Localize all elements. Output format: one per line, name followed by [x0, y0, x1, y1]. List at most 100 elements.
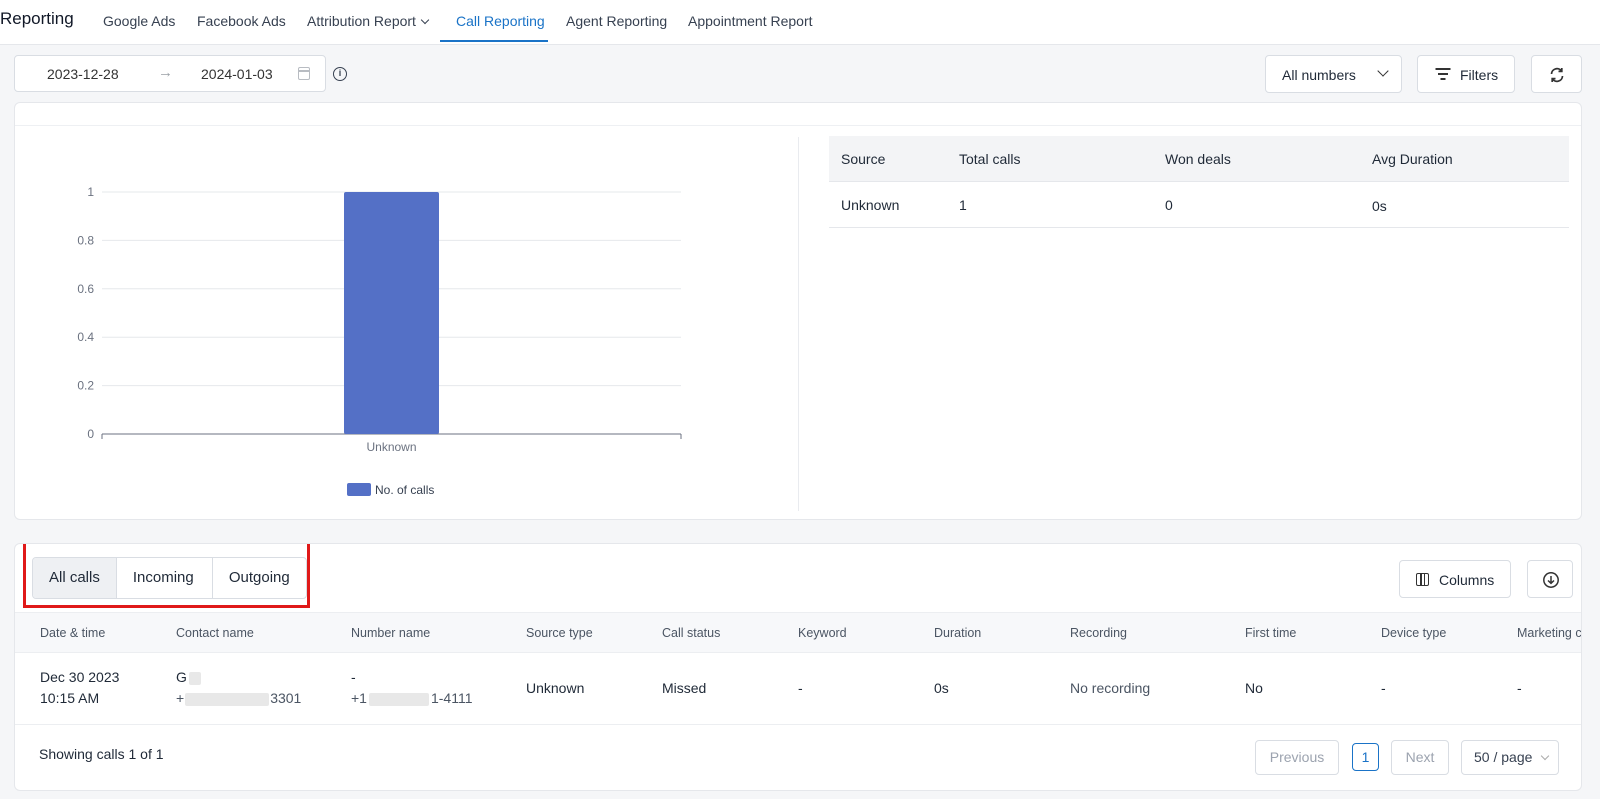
- y-tick-label: 0.6: [77, 282, 94, 296]
- columns-button[interactable]: Columns: [1399, 560, 1511, 598]
- cell-avg-duration: 0s: [1372, 198, 1387, 214]
- cell-device-type: -: [1381, 680, 1386, 696]
- header-recording: Recording: [1070, 626, 1127, 640]
- header-keyword: Keyword: [798, 626, 847, 640]
- cell-total-calls: 1: [959, 197, 967, 213]
- y-tick-label: 1: [87, 185, 94, 199]
- legend-label: No. of calls: [375, 483, 434, 497]
- tab-facebook-ads[interactable]: Facebook Ads: [197, 13, 286, 29]
- header-number-name: Number name: [351, 626, 431, 640]
- segment-outgoing[interactable]: Outgoing: [211, 558, 306, 598]
- date-start-input[interactable]: 2023-12-28: [47, 66, 119, 82]
- columns-label: Columns: [1439, 572, 1495, 588]
- page-size-select[interactable]: 50 / page: [1461, 740, 1559, 775]
- cell-source-type: Unknown: [526, 680, 585, 696]
- tab-google-ads[interactable]: Google Ads: [103, 13, 175, 29]
- table-row[interactable]: Dec 30 2023 10:15 AM G +3301 - +1 1-4111 …: [15, 653, 1581, 725]
- segment-all-calls[interactable]: All calls: [33, 558, 116, 598]
- cell-number-name: -: [351, 669, 356, 685]
- cell-duration: 0s: [934, 680, 949, 696]
- results-count: Showing calls 1 of 1: [39, 746, 164, 762]
- download-icon: [1543, 572, 1559, 588]
- header-date-time: Date & time: [40, 626, 106, 640]
- contact-phone-suffix: 3301: [270, 690, 302, 706]
- tab-attribution-report[interactable]: Attribution Report: [307, 13, 430, 29]
- previous-page-button[interactable]: Previous: [1255, 740, 1339, 775]
- calendar-icon: [298, 67, 310, 80]
- header-source: Source: [841, 151, 886, 167]
- segment-incoming[interactable]: Incoming: [115, 558, 212, 598]
- next-page-button[interactable]: Next: [1391, 740, 1449, 775]
- y-tick-label: 0.8: [77, 233, 94, 247]
- tab-appointment-report[interactable]: Appointment Report: [688, 13, 813, 29]
- cell-call-status: Missed: [662, 680, 707, 696]
- bar-unknown: [344, 192, 439, 434]
- header-avg-duration: Avg Duration: [1372, 151, 1453, 167]
- call-type-segmented-control: All calls Incoming Outgoing: [32, 557, 307, 599]
- header-duration: Duration: [934, 626, 982, 640]
- cell-number-phone: +1 1-4111: [351, 690, 472, 706]
- header-source-type: Source type: [526, 626, 593, 640]
- chevron-down-icon: [420, 15, 430, 25]
- number-phone-prefix: +1: [351, 690, 367, 706]
- chevron-down-icon: [1540, 751, 1550, 761]
- cell-date: Dec 30 2023: [40, 669, 120, 685]
- cell-contact-name: G: [176, 669, 201, 685]
- redacted-block: [185, 692, 270, 706]
- header-device-type: Device type: [1381, 626, 1447, 640]
- cell-time: 10:15 AM: [40, 690, 100, 706]
- numbers-select-label: All numbers: [1282, 67, 1356, 83]
- divider: [798, 137, 799, 511]
- cell-source: Unknown: [841, 197, 900, 213]
- legend-swatch: [347, 483, 371, 496]
- calls-table-header: Date & time Contact name Number name Sou…: [15, 612, 1582, 653]
- redacted-block: [368, 692, 429, 706]
- active-tab-indicator: [440, 40, 548, 42]
- filters-button[interactable]: Filters: [1417, 55, 1515, 93]
- x-tick-label: Unknown: [366, 440, 416, 454]
- calls-bar-chart: 0 0.2 0.4 0.6 0.8 1 Unknown No. of calls: [77, 185, 682, 497]
- cell-recording: No recording: [1070, 680, 1151, 696]
- tab-agent-reporting[interactable]: Agent Reporting: [566, 13, 667, 29]
- tab-call-reporting[interactable]: Call Reporting: [456, 13, 545, 29]
- columns-icon: [1416, 573, 1429, 586]
- redacted-block: [188, 671, 201, 685]
- page-title: Reporting: [0, 9, 74, 28]
- numbers-select[interactable]: All numbers: [1265, 55, 1402, 93]
- number-phone-suffix: 1-4111: [430, 690, 473, 706]
- date-end-input[interactable]: 2024-01-03: [201, 66, 273, 82]
- header-won-deals: Won deals: [1165, 151, 1231, 167]
- page-size-label: 50 / page: [1474, 749, 1533, 765]
- info-icon[interactable]: i: [333, 67, 347, 81]
- cell-keyword: -: [798, 680, 803, 696]
- header-total-calls: Total calls: [959, 151, 1021, 167]
- source-table-header: Source Total calls Won deals Avg Duratio…: [829, 136, 1569, 182]
- cell-marketing: -: [1517, 680, 1522, 696]
- cell-first-time: No: [1245, 680, 1263, 696]
- chevron-down-icon: [1377, 65, 1389, 77]
- y-tick-label: 0.4: [77, 330, 94, 344]
- refresh-icon: [1550, 67, 1564, 83]
- y-tick-label: 0.2: [77, 379, 94, 393]
- download-button[interactable]: [1527, 560, 1573, 598]
- contact-name-text: G: [176, 669, 187, 685]
- header-call-status: Call status: [662, 626, 721, 640]
- contact-phone-prefix: +: [176, 690, 185, 706]
- header-contact-name: Contact name: [176, 626, 254, 640]
- refresh-button[interactable]: [1531, 55, 1582, 93]
- header-marketing: Marketing c: [1517, 626, 1582, 640]
- tab-attribution-label: Attribution Report: [307, 13, 416, 29]
- page-1-button[interactable]: 1: [1352, 743, 1379, 771]
- top-nav: Reporting Google Ads Facebook Ads Attrib…: [0, 0, 1600, 45]
- calls-card: All calls Incoming Outgoing Columns Date…: [14, 543, 1582, 791]
- cell-won-deals: 0: [1165, 197, 1173, 213]
- header-first-time: First time: [1245, 626, 1297, 640]
- arrow-right-icon: →: [158, 64, 173, 81]
- filters-label: Filters: [1460, 67, 1499, 83]
- table-row: Unknown 1 0 0s: [829, 182, 1569, 228]
- chart-card: 0 0.2 0.4 0.6 0.8 1 Unknown No. of calls Source…: [14, 102, 1582, 520]
- y-tick-label: 0: [87, 427, 94, 441]
- date-range-picker[interactable]: 2023-12-28 → 2024-01-03: [14, 55, 326, 92]
- filter-icon: [1435, 68, 1450, 80]
- cell-contact-phone: +3301: [176, 690, 301, 706]
